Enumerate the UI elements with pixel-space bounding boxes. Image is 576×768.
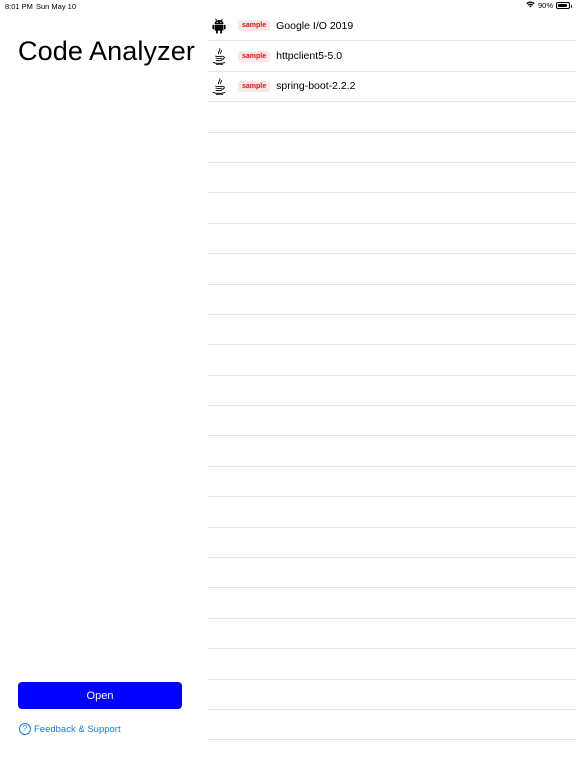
empty-row bbox=[208, 285, 576, 315]
empty-row bbox=[208, 345, 576, 376]
empty-row bbox=[208, 315, 576, 346]
project-list: sample Google I/O 2019 sample httpclient5-5… bbox=[208, 11, 576, 741]
java-icon bbox=[210, 47, 228, 65]
empty-row bbox=[208, 558, 576, 589]
empty-row bbox=[208, 528, 576, 559]
project-row[interactable]: sample httpclient5-5.0 bbox=[208, 41, 576, 72]
empty-row bbox=[208, 649, 576, 680]
status-time: 8:01 PM bbox=[5, 2, 33, 11]
help-icon: ? bbox=[19, 723, 31, 735]
empty-row bbox=[208, 193, 576, 224]
empty-row bbox=[208, 254, 576, 285]
empty-row bbox=[208, 619, 576, 650]
empty-row bbox=[208, 497, 576, 528]
battery-level bbox=[558, 4, 567, 7]
empty-row bbox=[208, 102, 576, 133]
empty-row bbox=[208, 133, 576, 163]
java-icon bbox=[210, 77, 228, 95]
empty-row bbox=[208, 163, 576, 194]
empty-row bbox=[208, 710, 576, 741]
project-row[interactable]: sample spring-boot-2.2.2 bbox=[208, 72, 576, 103]
feedback-support-link[interactable]: ? Feedback & Support bbox=[19, 723, 121, 735]
sample-badge: sample bbox=[238, 20, 271, 32]
project-row[interactable]: sample Google I/O 2019 bbox=[208, 11, 576, 42]
project-name: Google I/O 2019 bbox=[276, 19, 354, 32]
project-name: spring-boot-2.2.2 bbox=[276, 80, 356, 93]
battery-percent: 90% bbox=[537, 1, 553, 10]
empty-row bbox=[208, 436, 576, 467]
feedback-support-label: Feedback & Support bbox=[34, 723, 121, 735]
wifi-icon bbox=[526, 1, 535, 10]
android-icon bbox=[210, 17, 228, 35]
battery-icon bbox=[556, 2, 572, 9]
sample-badge: sample bbox=[238, 50, 271, 62]
empty-row bbox=[208, 588, 576, 619]
status-indicators: 90% bbox=[526, 1, 572, 10]
empty-row bbox=[208, 467, 576, 498]
app-title: Code Analyzer bbox=[18, 36, 195, 66]
empty-row bbox=[208, 376, 576, 407]
project-name: httpclient5-5.0 bbox=[276, 50, 343, 63]
status-date: Sun May 10 bbox=[36, 2, 77, 11]
open-button[interactable]: Open bbox=[18, 682, 182, 709]
empty-row bbox=[208, 406, 576, 437]
sample-badge: sample bbox=[238, 80, 271, 92]
empty-row bbox=[208, 224, 576, 255]
empty-row bbox=[208, 680, 576, 710]
